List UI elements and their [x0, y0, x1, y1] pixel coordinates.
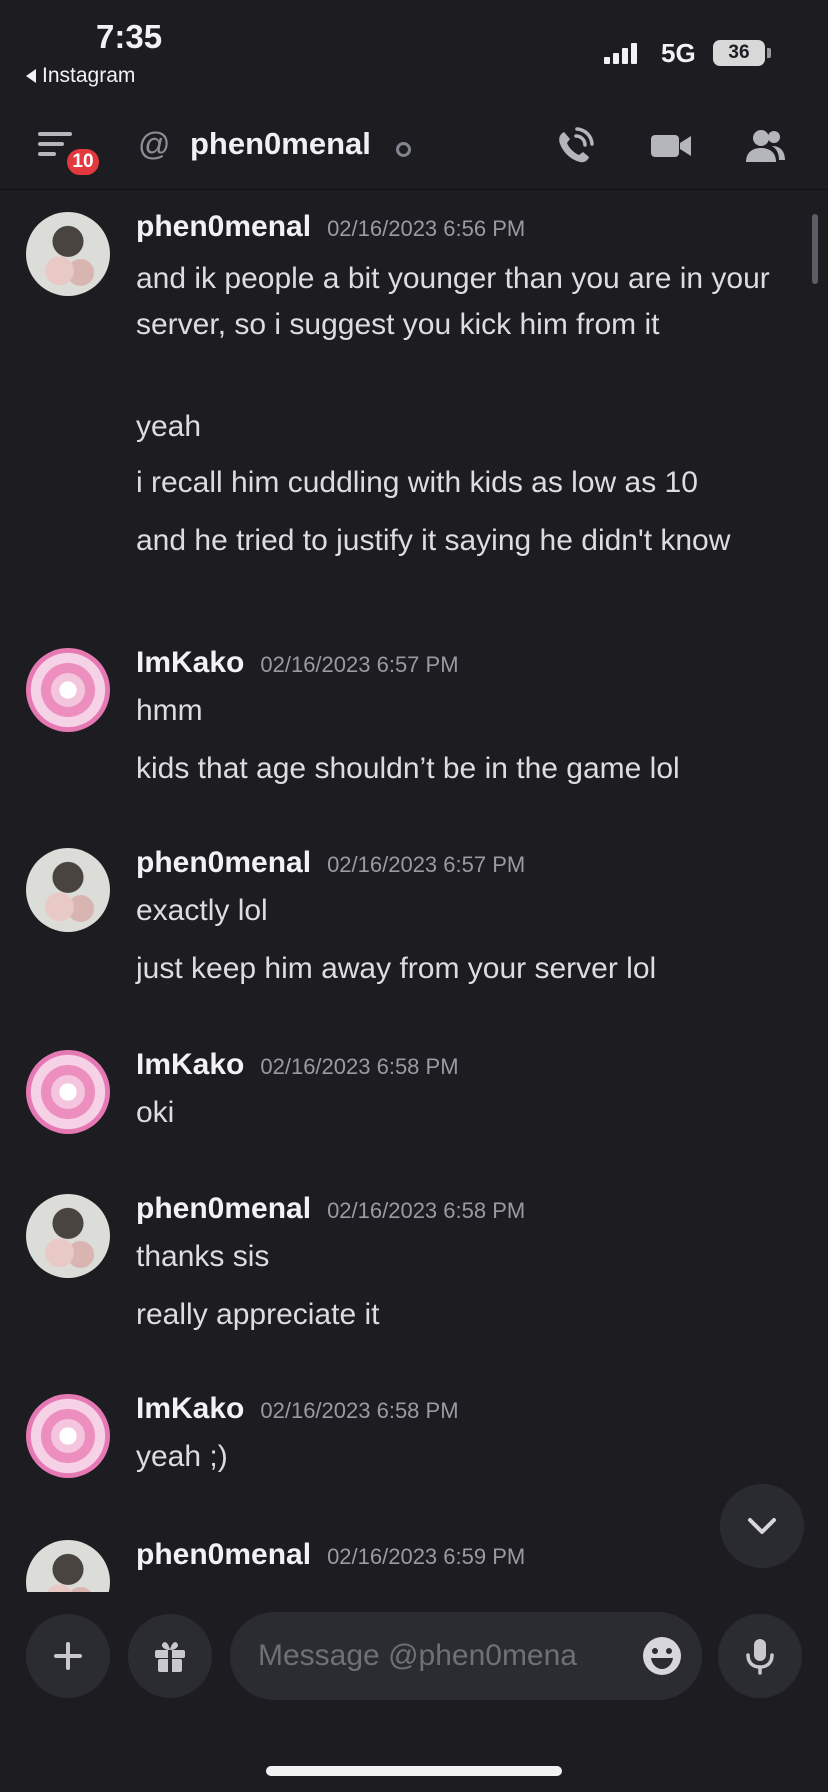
video-camera-icon[interactable] — [648, 124, 694, 168]
members-icon[interactable] — [742, 124, 788, 168]
message-text[interactable]: just keep him away from your server lol — [136, 946, 786, 992]
message-text[interactable]: yeah ;) — [136, 1434, 786, 1480]
message-text[interactable]: and ik people a bit younger than you are… — [136, 256, 786, 348]
message-text[interactable]: yeah — [136, 404, 786, 450]
message-username[interactable]: ImKako — [136, 646, 244, 680]
message-username[interactable]: phen0menal — [136, 1192, 311, 1226]
channel-title[interactable]: phen0menal — [190, 126, 371, 162]
message-username[interactable]: phen0menal — [136, 846, 311, 880]
at-icon: @ — [138, 126, 171, 162]
phone-call-icon[interactable] — [552, 124, 598, 168]
back-arrow-icon — [26, 69, 36, 83]
message-timestamp: 02/16/2023 6:57 PM — [327, 852, 526, 877]
message-timestamp: 02/16/2023 6:56 PM — [327, 216, 526, 241]
scrollbar[interactable] — [812, 214, 818, 284]
message-username[interactable]: phen0menal — [136, 210, 311, 244]
notification-badge: 10 — [64, 146, 102, 178]
message-text[interactable]: exactly lol — [136, 888, 786, 934]
message-username[interactable]: ImKako — [136, 1048, 244, 1082]
message-text[interactable]: thanks sis — [136, 1234, 786, 1280]
message-username[interactable]: ImKako — [136, 1392, 244, 1426]
back-app-label: Instagram — [42, 64, 136, 87]
message-input[interactable] — [258, 1612, 648, 1700]
battery-tip — [767, 48, 771, 58]
offline-status-icon — [396, 142, 411, 157]
avatar[interactable] — [26, 1194, 110, 1278]
status-time: 7:35 — [96, 18, 163, 55]
network-type: 5G — [661, 38, 696, 68]
back-to-app-link[interactable]: Instagram — [26, 64, 135, 88]
avatar[interactable] — [26, 648, 110, 732]
message-text[interactable]: and he tried to justify it saying he did… — [136, 518, 786, 564]
voice-message-button[interactable] — [718, 1614, 802, 1698]
avatar[interactable] — [26, 1394, 110, 1478]
emoji-icon[interactable] — [640, 1634, 684, 1678]
message-timestamp: 02/16/2023 6:58 PM — [260, 1398, 459, 1423]
avatar[interactable] — [26, 848, 110, 932]
message-text[interactable]: i recall him cuddling with kids as low a… — [136, 460, 786, 506]
message-text[interactable]: hmm — [136, 688, 786, 734]
message-timestamp: 02/16/2023 6:58 PM — [327, 1198, 526, 1223]
chevron-down-icon — [748, 1518, 776, 1534]
add-attachment-button[interactable] — [26, 1614, 110, 1698]
avatar[interactable] — [26, 1050, 110, 1134]
message-timestamp: 02/16/2023 6:58 PM — [260, 1054, 459, 1079]
avatar[interactable] — [26, 1540, 110, 1592]
gift-button[interactable] — [128, 1614, 212, 1698]
message-text[interactable]: kids that age shouldn’t be in the game l… — [136, 746, 786, 792]
channel-header: 10 @ phen0menal — [0, 102, 828, 190]
message-input-container[interactable] — [230, 1612, 702, 1700]
home-indicator[interactable] — [266, 1766, 562, 1776]
plus-icon — [54, 1642, 82, 1670]
status-bar: 7:35 Instagram 5G 36 — [0, 0, 828, 102]
microphone-icon — [746, 1639, 774, 1675]
message-list[interactable]: phen0menal 02/16/2023 6:56 PM and ik peo… — [0, 190, 828, 1592]
signal-icon — [604, 42, 637, 64]
gift-icon — [155, 1642, 185, 1672]
avatar[interactable] — [26, 212, 110, 296]
message-timestamp: 02/16/2023 6:57 PM — [260, 652, 459, 677]
battery-level: 36 — [728, 42, 750, 63]
message-composer — [0, 1592, 828, 1792]
message-username[interactable]: phen0menal — [136, 1538, 311, 1572]
message-text[interactable]: really appreciate it — [136, 1292, 786, 1338]
battery-icon: 36 — [713, 40, 765, 66]
scroll-to-bottom-button[interactable] — [720, 1484, 804, 1568]
message-timestamp: 02/16/2023 6:59 PM — [327, 1544, 526, 1569]
message-text[interactable]: oki — [136, 1090, 786, 1136]
